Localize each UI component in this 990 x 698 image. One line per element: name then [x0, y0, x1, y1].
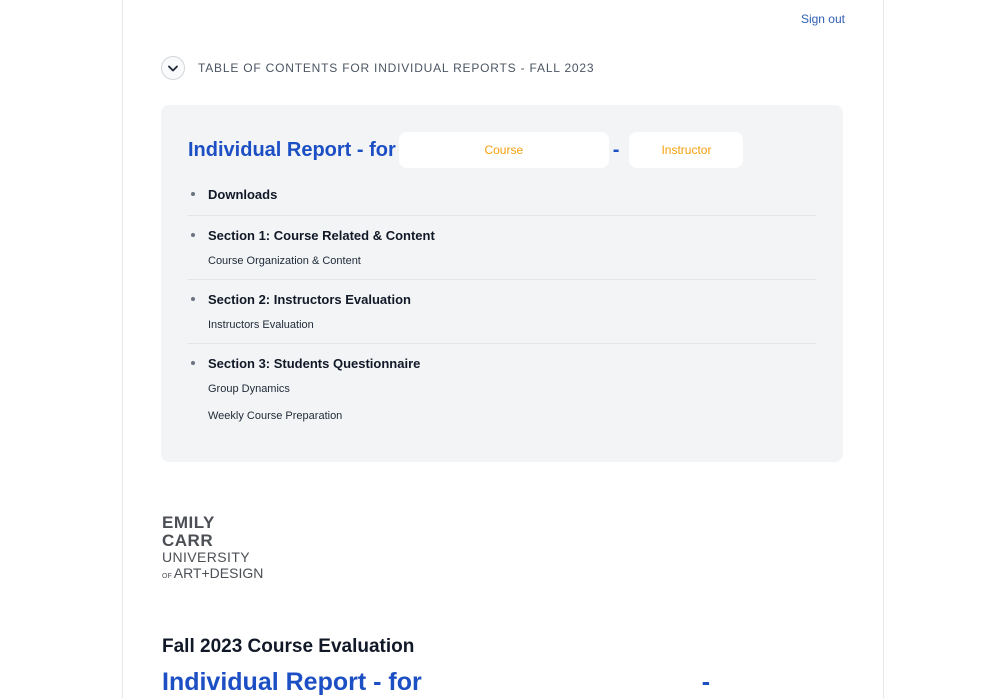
chevron-down-icon[interactable]: [161, 56, 185, 80]
instructor-field[interactable]: Instructor: [629, 132, 744, 168]
toc-link-section-1[interactable]: Section 1: Course Related & Content: [208, 228, 435, 243]
toc-sublink-instructors-evaluation[interactable]: Instructors Evaluation: [208, 317, 816, 333]
toc-item-downloads: Downloads: [188, 175, 816, 216]
toc-list: Downloads Section 1: Course Related & Co…: [188, 175, 816, 434]
logo-line-carr: CARR: [162, 531, 214, 550]
logo-of: OF: [162, 573, 172, 580]
toc-title: TABLE OF CONTENTS FOR INDIVIDUAL REPORTS…: [198, 61, 595, 75]
toc-sublink-group-dynamics[interactable]: Group Dynamics: [208, 381, 816, 397]
toc-item-section-2: Section 2: Instructors Evaluation Instru…: [188, 280, 816, 344]
university-logo: EMILY CARR UNIVERSITY OF ART+DESIGN: [162, 514, 263, 585]
toc-item-section-3: Section 3: Students Questionnaire Group …: [188, 344, 816, 434]
course-field[interactable]: Course: [398, 132, 609, 168]
toc-panel: Individual Report - for Course - Instruc…: [161, 105, 843, 462]
toc-link-section-2[interactable]: Section 2: Instructors Evaluation: [208, 292, 411, 307]
toc-link-section-3[interactable]: Section 3: Students Questionnaire: [208, 356, 420, 371]
bullet-icon: [191, 361, 195, 365]
report-page: Sign out TABLE OF CONTENTS FOR INDIVIDUA…: [122, 0, 884, 698]
logo-line-art-design: ART+DESIGN: [173, 565, 264, 581]
toc-item-section-1: Section 1: Course Related & Content Cour…: [188, 216, 816, 280]
evaluation-report-heading: Individual Report - for -: [162, 668, 710, 697]
evaluation-title: Fall 2023 Course Evaluation: [162, 636, 415, 657]
separator: -: [612, 138, 620, 161]
bullet-icon: [191, 233, 195, 237]
report-heading: Individual Report - for Course - Instruc…: [188, 132, 744, 168]
evaluation-report-title: Individual Report - for: [162, 668, 422, 696]
evaluation-separator: -: [701, 668, 711, 696]
toc-sublink-course-organization[interactable]: Course Organization & Content: [208, 253, 816, 269]
logo-line-university: UNIVERSITY: [162, 549, 251, 565]
sign-out-link[interactable]: Sign out: [801, 12, 845, 26]
bullet-icon: [191, 192, 195, 196]
logo-line-emily: EMILY: [162, 513, 215, 532]
report-title: Individual Report - for: [188, 138, 396, 161]
toc-link-downloads[interactable]: Downloads: [208, 187, 277, 202]
toc-toggle[interactable]: TABLE OF CONTENTS FOR INDIVIDUAL REPORTS…: [161, 56, 594, 80]
bullet-icon: [191, 297, 195, 301]
toc-sublink-weekly-preparation[interactable]: Weekly Course Preparation: [208, 408, 816, 424]
